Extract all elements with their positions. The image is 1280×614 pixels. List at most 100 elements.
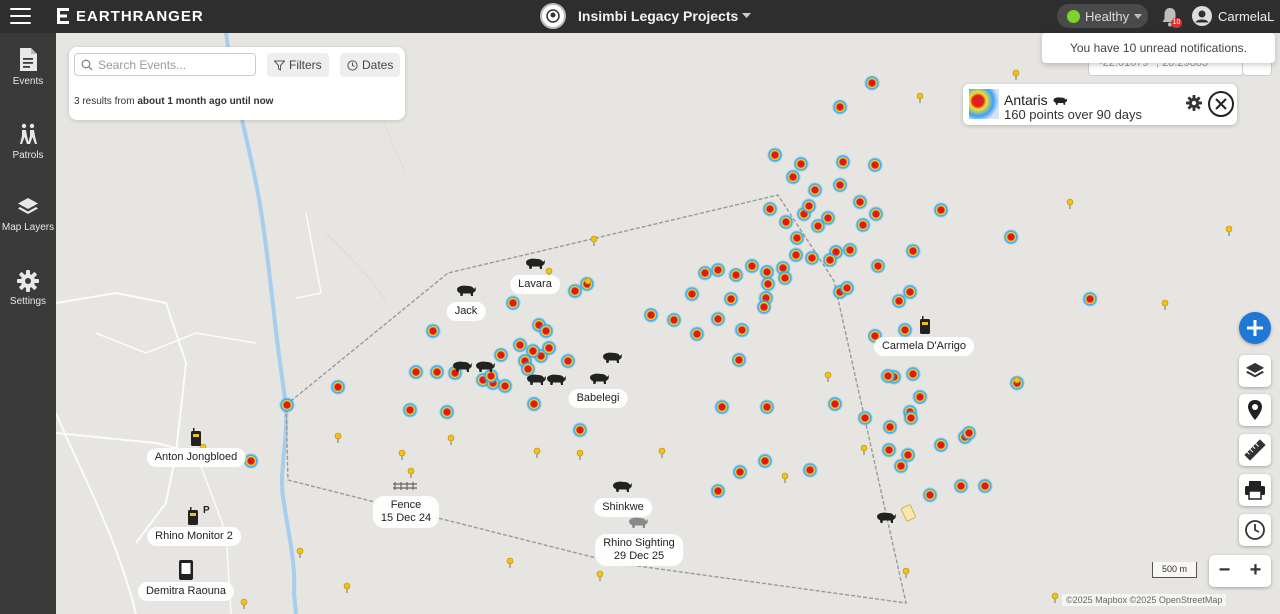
heatmap-point[interactable] xyxy=(689,326,705,342)
subject-label-anton[interactable]: Anton Jongbloed xyxy=(146,448,246,467)
search-input[interactable] xyxy=(98,57,248,72)
heatmap-point[interactable] xyxy=(425,323,441,339)
heatmap-point[interactable] xyxy=(961,425,977,441)
subject-label-rhino-monitor[interactable]: Rhino Monitor 2 xyxy=(147,527,241,546)
map-layers-button[interactable] xyxy=(1239,355,1271,387)
drop-pin-button[interactable] xyxy=(1239,394,1271,426)
heatmap-point[interactable] xyxy=(778,214,794,230)
subject-label-jack[interactable]: Jack xyxy=(446,302,486,321)
heatmap-point[interactable] xyxy=(922,487,938,503)
heatmap-point[interactable] xyxy=(541,340,557,356)
timeline-button[interactable] xyxy=(1239,514,1271,546)
heatmap-point[interactable] xyxy=(526,396,542,412)
heatmap-point[interactable] xyxy=(804,250,820,266)
heatmap-point[interactable] xyxy=(732,464,748,480)
measure-button[interactable] xyxy=(1239,434,1271,466)
dates-button[interactable]: Dates xyxy=(340,53,401,77)
heatmap-point[interactable] xyxy=(757,453,773,469)
heatmap-point[interactable] xyxy=(1082,291,1098,307)
heatmap-point[interactable] xyxy=(832,177,848,193)
heatmap-point[interactable] xyxy=(785,169,801,185)
heatmap-point[interactable] xyxy=(868,206,884,222)
heatmap-point[interactable] xyxy=(802,462,818,478)
heatmap-point[interactable] xyxy=(905,243,921,259)
print-button[interactable] xyxy=(1239,474,1271,506)
heatmap-point[interactable] xyxy=(852,194,868,210)
heatmap-point[interactable] xyxy=(666,312,682,328)
heatmap-point[interactable] xyxy=(759,399,775,415)
heatmap-point[interactable] xyxy=(560,353,576,369)
heatmap-point[interactable] xyxy=(684,286,700,302)
heatmap-point[interactable] xyxy=(643,307,659,323)
heatmap-point[interactable] xyxy=(567,283,583,299)
subject-label-babelegi[interactable]: Babelegi xyxy=(568,389,628,408)
heatmap-point[interactable] xyxy=(710,483,726,499)
heatmap-point[interactable] xyxy=(408,364,424,380)
heatmap-point[interactable] xyxy=(867,157,883,173)
heatmap-point[interactable] xyxy=(855,217,871,233)
user-menu[interactable]: CarmelaL xyxy=(1192,6,1274,26)
heatmap-point[interactable] xyxy=(723,291,739,307)
heatmap-point[interactable] xyxy=(429,364,445,380)
heatmap-point[interactable] xyxy=(572,422,588,438)
heatmap-point[interactable] xyxy=(933,437,949,453)
subject-label-carmela[interactable]: Carmela D'Arrigo xyxy=(873,337,975,356)
health-status-button[interactable]: Healthy xyxy=(1057,4,1148,28)
sidebar-item-map-layers[interactable]: Map Layers xyxy=(0,196,56,233)
heatmap-point[interactable] xyxy=(744,258,760,274)
heatmap-point[interactable] xyxy=(497,378,513,394)
heatmap-point[interactable] xyxy=(880,368,896,384)
heatmap-point[interactable] xyxy=(731,352,747,368)
heatmap-point[interactable] xyxy=(953,478,969,494)
zoom-in-button[interactable]: + xyxy=(1240,555,1271,587)
heatmap-point[interactable] xyxy=(734,322,750,338)
heatmap-point[interactable] xyxy=(912,389,928,405)
phone-icon[interactable] xyxy=(179,560,193,580)
sidebar-item-settings[interactable]: Settings xyxy=(0,270,56,307)
heatmap-point[interactable] xyxy=(839,280,855,296)
sidebar-item-patrols[interactable]: Patrols xyxy=(0,122,56,161)
heatmap-point[interactable] xyxy=(520,361,536,377)
heatmap-point[interactable] xyxy=(827,396,843,412)
heatmap-point[interactable] xyxy=(710,311,726,327)
heatmap-point[interactable] xyxy=(807,182,823,198)
menu-icon[interactable] xyxy=(10,8,31,24)
heatmap-point[interactable] xyxy=(538,323,554,339)
heatmap-point[interactable] xyxy=(842,242,858,258)
heatmap-point[interactable] xyxy=(330,379,346,395)
heatmap-point[interactable] xyxy=(402,402,418,418)
heatmap-point[interactable] xyxy=(767,147,783,163)
heatmap-point[interactable] xyxy=(902,284,918,300)
heatmap-point[interactable] xyxy=(977,478,993,494)
subject-label-demitra[interactable]: Demitra Raouna xyxy=(137,582,235,601)
heatmap-point[interactable] xyxy=(279,397,295,413)
heatmap-point[interactable] xyxy=(439,404,455,420)
heatmap-point[interactable] xyxy=(762,201,778,217)
heatmap-point[interactable] xyxy=(933,202,949,218)
heatmap-point[interactable] xyxy=(243,453,259,469)
heatmap-point[interactable] xyxy=(1003,229,1019,245)
heatmap-point[interactable] xyxy=(788,247,804,263)
heatmap-point[interactable] xyxy=(822,252,838,268)
heatmap-point[interactable] xyxy=(820,210,836,226)
notification-toast[interactable]: You have 10 unread notifications. xyxy=(1042,33,1275,63)
search-field[interactable] xyxy=(74,53,256,76)
heatmap-point[interactable] xyxy=(777,270,793,286)
heatmap-point[interactable] xyxy=(835,154,851,170)
heatmap-point[interactable] xyxy=(832,99,848,115)
event-label-rhino-sighting[interactable]: Rhino Sighting 29 Dec 25 xyxy=(595,534,683,566)
heatmap-point[interactable] xyxy=(728,267,744,283)
heatmap-point[interactable] xyxy=(505,295,521,311)
subject-label-lavara[interactable]: Lavara xyxy=(510,275,560,294)
heatmap-point[interactable] xyxy=(897,322,913,338)
settings-gear-icon[interactable] xyxy=(1186,95,1202,111)
add-report-button[interactable] xyxy=(1239,312,1271,344)
heatmap-point[interactable] xyxy=(903,410,919,426)
heatmap-point[interactable] xyxy=(710,262,726,278)
sidebar-item-events[interactable]: Events xyxy=(0,47,56,87)
heatmap-point[interactable] xyxy=(870,258,886,274)
heatmap-point[interactable] xyxy=(493,347,509,363)
heatmap-point[interactable] xyxy=(905,366,921,382)
heatmap-point[interactable] xyxy=(882,419,898,435)
heatmap-point[interactable] xyxy=(801,198,817,214)
